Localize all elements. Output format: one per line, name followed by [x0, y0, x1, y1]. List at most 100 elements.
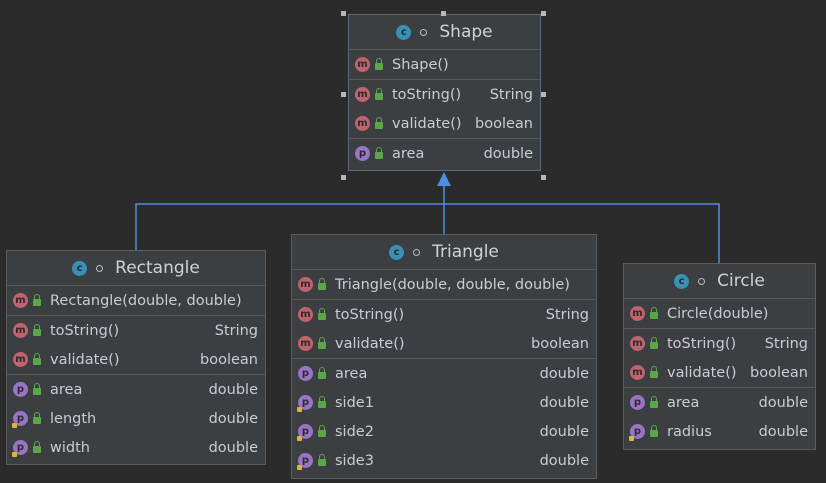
member-type: double	[208, 381, 258, 398]
inheritance-arrowhead	[437, 172, 451, 186]
method-icon: m	[630, 306, 645, 321]
method-name: Circle(double)	[667, 305, 769, 322]
selection-handle[interactable]	[341, 11, 346, 16]
method-name: validate()	[335, 335, 405, 352]
methods-section: m toString() String m validate() boolean	[349, 80, 540, 139]
method-name: Triangle(double, double, double)	[335, 276, 570, 293]
class-icon: c	[674, 273, 690, 289]
public-lock-icon	[318, 278, 326, 290]
public-lock-icon	[375, 88, 383, 100]
class-name: Shape	[439, 22, 493, 42]
public-lock-icon	[33, 441, 41, 453]
field-row[interactable]: p area double	[292, 359, 596, 388]
class-rectangle[interactable]: c Rectangle m Rectangle(double, double) m toS…	[6, 250, 266, 465]
public-lock-icon	[650, 337, 658, 349]
member-type: String	[214, 322, 258, 339]
field-row[interactable]: p area double	[349, 139, 540, 168]
method-icon: m	[630, 365, 645, 380]
method-icon: m	[13, 293, 28, 308]
field-row[interactable]: p side1 double	[292, 388, 596, 417]
member-type: double	[483, 145, 533, 162]
field-name: area	[50, 381, 83, 398]
member-type: double	[539, 423, 589, 440]
selection-handle[interactable]	[541, 11, 546, 16]
field-name: side2	[335, 423, 374, 440]
method-name: toString()	[667, 335, 737, 352]
method-row[interactable]: m validate() boolean	[7, 345, 265, 374]
method-row[interactable]: m toString() String	[7, 316, 265, 345]
class-header: c Shape	[349, 15, 540, 50]
method-icon: m	[298, 277, 313, 292]
selection-handle[interactable]	[541, 175, 546, 180]
field-name: radius	[667, 423, 712, 440]
method-row[interactable]: m Circle(double)	[624, 299, 815, 328]
class-header: c Triangle	[292, 235, 596, 270]
public-lock-icon	[650, 366, 658, 378]
member-type: String	[764, 335, 808, 352]
method-icon: m	[298, 336, 313, 351]
methods-section: m toString() String m validate() boolean	[7, 316, 265, 375]
final-marker-icon	[297, 465, 302, 470]
public-lock-icon	[375, 58, 383, 70]
field-row[interactable]: p area double	[7, 375, 265, 404]
field-icon: p	[355, 146, 370, 161]
method-row[interactable]: m Triangle(double, double, double)	[292, 270, 596, 299]
visibility-dot-icon	[413, 248, 421, 256]
field-row[interactable]: p area double	[624, 388, 815, 417]
public-lock-icon	[33, 294, 41, 306]
selection-handle[interactable]	[341, 175, 346, 180]
selection-handle[interactable]	[341, 92, 346, 97]
constructors-section: m Triangle(double, double, double)	[292, 270, 596, 300]
public-lock-icon	[318, 425, 326, 437]
method-name: validate()	[392, 115, 462, 132]
class-triangle[interactable]: c Triangle m Triangle(double, double, doubl…	[291, 234, 597, 479]
public-lock-icon	[33, 383, 41, 395]
methods-section: m toString() String m validate() boolean	[292, 300, 596, 359]
public-lock-icon	[650, 425, 658, 437]
field-icon: p	[298, 366, 313, 381]
field-icon: p	[297, 424, 313, 441]
method-name: validate()	[50, 351, 120, 368]
selection-handle[interactable]	[441, 11, 446, 16]
constructors-section: m Circle(double)	[624, 299, 815, 329]
class-shape[interactable]: c Shape m Shape() m toString() String m validate…	[348, 14, 541, 171]
field-name: side3	[335, 452, 374, 469]
visibility-dot-icon	[96, 264, 104, 272]
method-row[interactable]: m validate() boolean	[624, 358, 815, 387]
method-row[interactable]: m Rectangle(double, double)	[7, 286, 265, 315]
method-row[interactable]: m toString() String	[349, 80, 540, 109]
member-type: double	[208, 410, 258, 427]
public-lock-icon	[33, 353, 41, 365]
member-type: boolean	[475, 115, 533, 132]
method-row[interactable]: m Shape()	[349, 50, 540, 79]
field-name: area	[335, 365, 368, 382]
class-name: Triangle	[432, 242, 499, 262]
field-name: area	[392, 145, 425, 162]
field-row[interactable]: p radius double	[624, 417, 815, 446]
method-row[interactable]: m toString() String	[624, 329, 815, 358]
member-type: String	[545, 306, 589, 323]
field-icon: p	[297, 453, 313, 470]
field-name: width	[50, 439, 90, 456]
field-row[interactable]: p width double	[7, 433, 265, 462]
method-name: toString()	[335, 306, 405, 323]
field-icon: p	[630, 395, 645, 410]
member-type: double	[758, 394, 808, 411]
field-icon: p	[629, 424, 645, 441]
member-type: double	[208, 439, 258, 456]
class-circle[interactable]: c Circle m Circle(double) m toString() String m…	[623, 263, 816, 450]
method-icon: m	[630, 336, 645, 351]
public-lock-icon	[650, 307, 658, 319]
method-row[interactable]: m validate() boolean	[292, 329, 596, 358]
method-icon: m	[355, 57, 370, 72]
field-row[interactable]: p side2 double	[292, 417, 596, 446]
method-icon: m	[298, 307, 313, 322]
method-name: toString()	[50, 322, 120, 339]
selection-handle[interactable]	[541, 92, 546, 97]
constructors-section: m Rectangle(double, double)	[7, 286, 265, 316]
field-row[interactable]: p length double	[7, 404, 265, 433]
method-name: toString()	[392, 86, 462, 103]
method-row[interactable]: m toString() String	[292, 300, 596, 329]
method-row[interactable]: m validate() boolean	[349, 109, 540, 138]
field-row[interactable]: p side3 double	[292, 446, 596, 475]
